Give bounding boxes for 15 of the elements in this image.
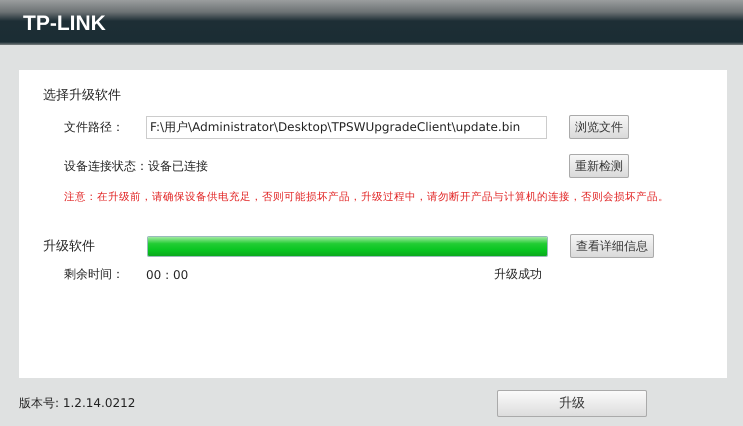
remaining-time: 00 : 00 [146, 268, 190, 282]
file-path-field[interactable]: F:\用户\Administrator\Desktop\TPSWUpgradeClient\update.bin [146, 116, 547, 138]
section-title: 选择升级软件 [43, 87, 122, 104]
section-title: 升级软件 [43, 238, 96, 255]
logo: TP-LINK [23, 12, 106, 36]
field-label: 文件路径： [64, 118, 125, 136]
browse-button[interactable]: 浏览文件 [569, 115, 629, 139]
status-text: 设备连接状态：设备已连接 [64, 158, 209, 174]
recheck-button[interactable]: 重新检测 [569, 154, 629, 178]
field-label: 剩余时间： [64, 266, 125, 283]
version-text: 版本号: 1.2.14.0212 [19, 394, 136, 412]
upgrade-button[interactable]: 升级 [497, 390, 647, 416]
warning-text: 注意：在升级前，请确保设备供电充足，否则可能损坏产品，升级过程中，请勿断开产品与计算机的连接，否则会损坏产品。 [63, 190, 670, 204]
details-button[interactable]: 查看详细信息 [570, 234, 654, 258]
result-text: 升级成功 [494, 266, 542, 283]
